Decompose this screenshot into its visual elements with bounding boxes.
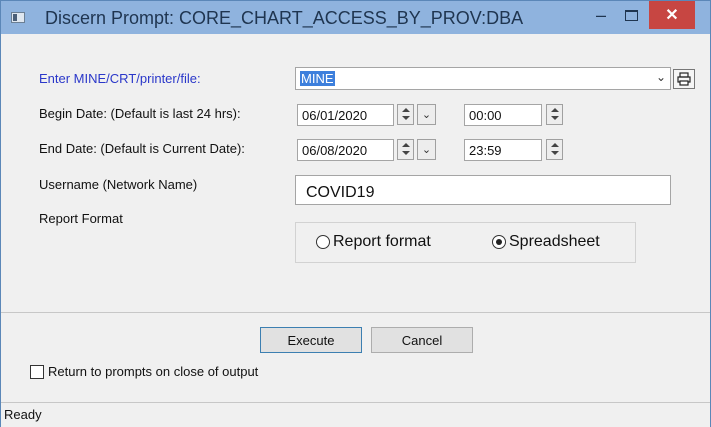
radio-spreadsheet[interactable]: Spreadsheet [492, 233, 600, 251]
begin-date-field[interactable]: 06/01/2020 [297, 104, 394, 126]
radio-checked-icon [492, 235, 506, 249]
close-button[interactable]: ✕ [649, 1, 695, 29]
maximize-button[interactable] [616, 1, 646, 29]
username-field[interactable]: COVID19 [295, 175, 671, 205]
report-format-label: Report Format [39, 211, 123, 226]
chevron-down-icon: ⌄ [421, 109, 432, 121]
begin-time-field[interactable]: 00:00 [464, 104, 542, 126]
minimize-button[interactable]: – [586, 1, 616, 29]
printer-icon [677, 72, 691, 86]
dialog-window: Discern Prompt: CORE_CHART_ACCESS_BY_PRO… [0, 0, 711, 427]
spin-down-icon [551, 151, 559, 155]
username-label: Username (Network Name) [39, 177, 198, 192]
checkbox-unchecked-icon[interactable] [30, 364, 44, 379]
execute-button[interactable]: Execute [260, 327, 362, 353]
end-time-spinner[interactable] [546, 139, 563, 160]
radio-label: Spreadsheet [509, 233, 600, 250]
spin-up-icon [551, 143, 559, 147]
begin-time-spinner[interactable] [546, 104, 563, 125]
chevron-down-icon[interactable]: ⌄ [656, 70, 666, 84]
spin-up-icon [402, 108, 410, 112]
end-time-field[interactable]: 23:59 [464, 139, 542, 161]
end-date-field[interactable]: 06/08/2020 [297, 139, 394, 161]
begin-date-spinner[interactable] [397, 104, 414, 125]
begin-date-label: Begin Date: (Default is last 24 hrs): [39, 106, 241, 121]
begin-date-calendar-button[interactable]: ⌄ [417, 104, 436, 125]
end-date-spinner[interactable] [397, 139, 414, 160]
radio-label: Report format [333, 233, 431, 250]
title-bar[interactable]: Discern Prompt: CORE_CHART_ACCESS_BY_PRO… [1, 1, 710, 34]
output-combobox[interactable]: MINE ⌄ [295, 67, 671, 90]
spin-down-icon [402, 151, 410, 155]
return-to-prompts-label: Return to prompts on close of output [48, 364, 259, 379]
radio-report-format[interactable]: Report format [316, 233, 431, 251]
report-format-group: Report format Spreadsheet [295, 222, 636, 263]
end-date-calendar-button[interactable]: ⌄ [417, 139, 436, 160]
divider [1, 312, 710, 313]
return-to-prompts-option[interactable]: Return to prompts on close of output [30, 364, 258, 379]
printer-button[interactable] [673, 69, 695, 89]
cancel-button[interactable]: Cancel [371, 327, 473, 353]
spin-down-icon [551, 116, 559, 120]
spin-down-icon [402, 116, 410, 120]
status-bar: Ready [1, 402, 710, 427]
maximize-icon [624, 9, 638, 21]
output-value: MINE [300, 71, 335, 86]
app-window-icon [11, 12, 25, 23]
radio-unchecked-icon [316, 235, 330, 249]
window-title: Discern Prompt: CORE_CHART_ACCESS_BY_PRO… [45, 8, 524, 28]
spin-up-icon [551, 108, 559, 112]
chevron-down-icon: ⌄ [421, 144, 432, 156]
status-text: Ready [4, 407, 42, 422]
spin-up-icon [402, 143, 410, 147]
output-label: Enter MINE/CRT/printer/file: [39, 71, 201, 86]
end-date-label: End Date: (Default is Current Date): [39, 141, 245, 156]
